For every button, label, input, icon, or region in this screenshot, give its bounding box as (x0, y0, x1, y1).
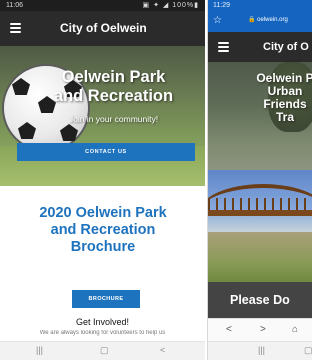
back-icon[interactable]: < (160, 345, 165, 355)
app-bar: City of O (208, 32, 312, 62)
hero-title: Oelwein Park and Recreation (53, 68, 174, 105)
menu-icon[interactable] (10, 23, 21, 33)
status-bar: 11:29 (208, 0, 312, 11)
hero-title: Oelwein P Urban Friends Tra (256, 71, 312, 124)
brochure-button[interactable]: BROCHURE (72, 290, 140, 308)
menu-icon[interactable] (218, 42, 229, 52)
bridge-photo (208, 170, 312, 282)
home-icon[interactable]: ▢ (304, 345, 312, 356)
home-icon[interactable]: ▢ (100, 345, 109, 356)
get-involved-heading: Get Involved! (75, 317, 130, 327)
hero-banner: Oelwein P Urban Friends Tra (208, 62, 312, 170)
contact-us-button[interactable]: CONTACT US (17, 143, 195, 161)
site-title[interactable]: City of O (263, 41, 309, 53)
bridge-railing (208, 198, 312, 210)
bridge-deck (208, 210, 312, 216)
recents-icon[interactable]: ||| (36, 345, 43, 355)
android-nav-bar: ||| ▢ < (0, 341, 205, 360)
star-icon[interactable]: ☆ (213, 15, 222, 26)
donate-section: Please Do (208, 282, 312, 318)
app-bar: City of Oelwein (0, 11, 205, 46)
home-icon[interactable]: ⌂ (292, 324, 298, 335)
brochure-heading: 2020 Oelwein Park and Recreation Brochur… (39, 205, 167, 255)
right-phone-screen: 11:29 ☆ 🔒 oelwein.org City of O Oelwein … (207, 0, 312, 360)
browser-url-bar[interactable]: ☆ 🔒 oelwein.org (208, 11, 312, 32)
left-phone-screen: 11:06 ▣ ✦ ◢ 100%▮ City of Oelwein Oelwei… (0, 0, 205, 360)
status-time: 11:06 (6, 2, 23, 9)
volunteer-text: We are always looking for volunteers to … (39, 330, 166, 336)
android-nav-bar: ||| ▢ (208, 341, 312, 360)
site-title[interactable]: City of Oelwein (60, 21, 147, 35)
browser-toolbar: < > ⌂ (208, 318, 312, 341)
url-text[interactable]: 🔒 oelwein.org (248, 16, 288, 23)
field-image (208, 232, 312, 282)
status-icons: ▣ ✦ ◢ 100%▮ (142, 2, 199, 9)
status-time: 11:29 (213, 2, 230, 9)
back-icon[interactable]: < (226, 324, 232, 335)
donate-heading: Please Do (230, 293, 290, 307)
hero-banner: Oelwein Park and Recreation Join in your… (0, 46, 205, 186)
recents-icon[interactable]: ||| (258, 345, 265, 355)
status-bar: 11:06 ▣ ✦ ◢ 100%▮ (0, 0, 205, 11)
hero-subtitle: Join in your community! (68, 114, 159, 124)
forward-icon[interactable]: > (260, 324, 266, 335)
